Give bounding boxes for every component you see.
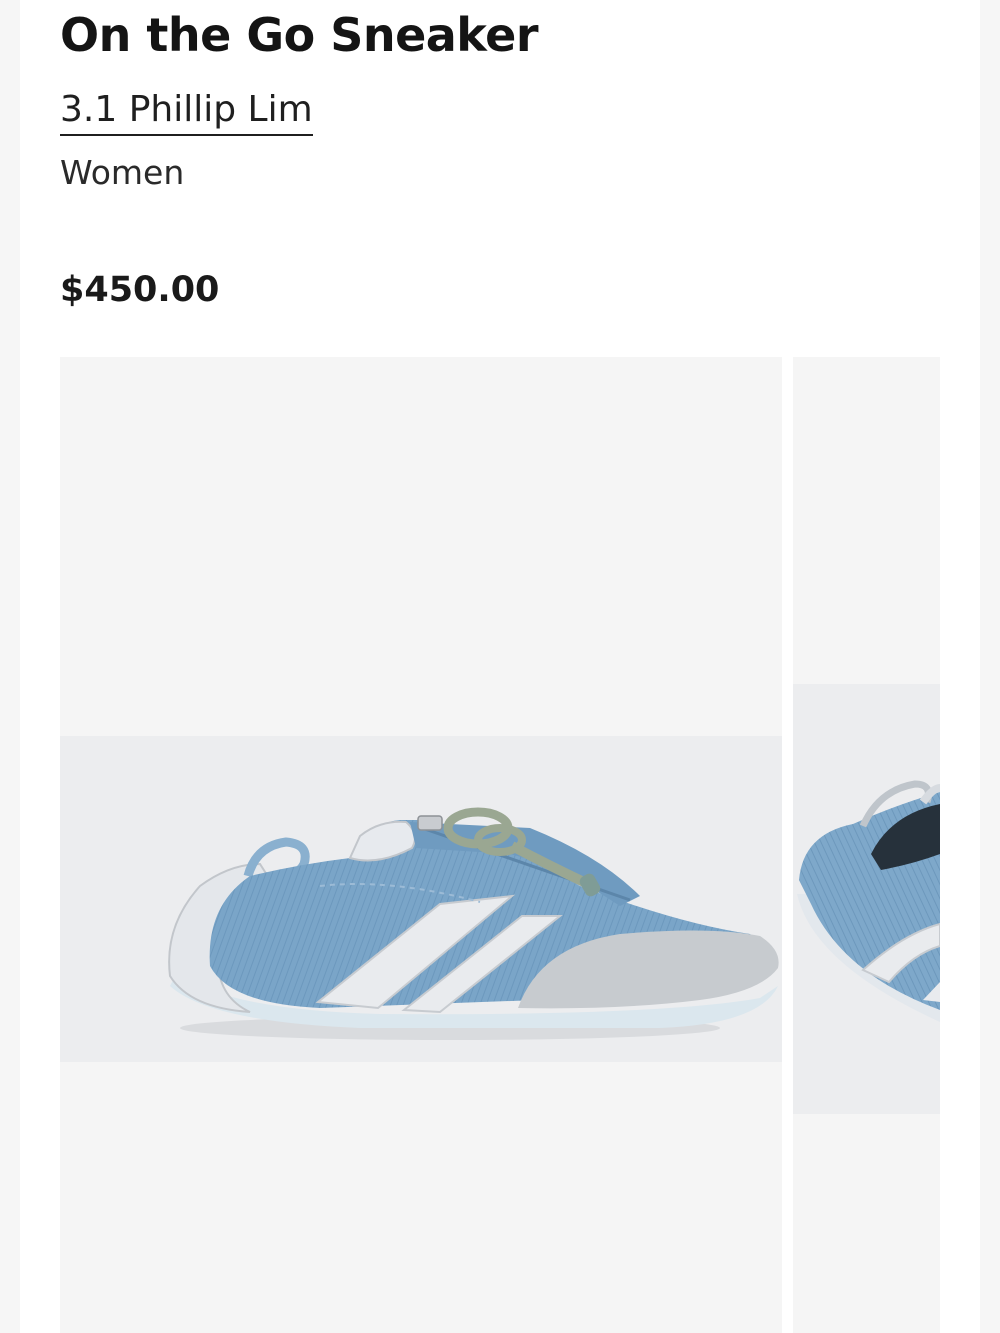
product-page: On the Go Sneaker 3.1 Phillip Lim Women … [20,0,980,1333]
sneaker-angle-view-image [797,780,940,1022]
price: $450.00 [60,270,220,310]
product-photo-angle [793,684,940,1114]
gallery-slide-next[interactable] [793,357,940,1333]
image-gallery[interactable] [60,357,940,1333]
sneaker-side-view-image [168,807,779,1040]
category-label: Women [60,153,185,192]
product-title: On the Go Sneaker [60,8,539,62]
gallery-slide-main[interactable] [60,357,782,1333]
brand-link[interactable]: 3.1 Phillip Lim [60,88,313,136]
product-photo-side [60,736,782,1062]
